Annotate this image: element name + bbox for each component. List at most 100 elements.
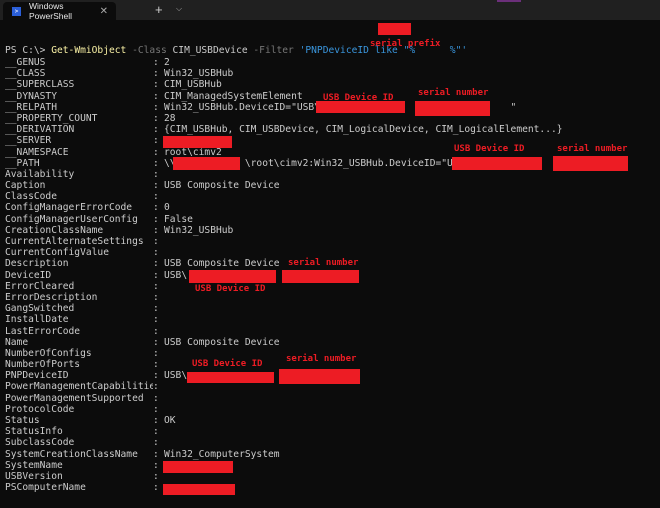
separator: :	[153, 236, 165, 247]
property-value: USB Composite Device	[164, 336, 280, 348]
redaction-serial-prefix	[378, 23, 411, 35]
separator: :	[153, 79, 165, 91]
property-key: PowerManagementSupported	[5, 392, 144, 404]
property-key: GangSwitched	[5, 303, 75, 315]
property-row: Status: OK	[5, 415, 660, 426]
property-value: OK	[164, 415, 176, 426]
tab-windows-powershell[interactable]: > Windows PowerShell ✕	[3, 1, 116, 21]
separator: :	[153, 146, 165, 158]
annotation-usb-device-id: USB Device ID	[195, 284, 266, 294]
annotation-usb-device-id: USB Device ID	[192, 359, 263, 369]
property-value: CIM_USBHub	[164, 79, 222, 91]
tab-title: Windows PowerShell	[29, 1, 72, 21]
property-row: Name: USB Composite Device	[5, 337, 660, 348]
property-value: Win32_USBHub	[164, 68, 234, 80]
property-row: StatusInfo:	[5, 426, 660, 437]
property-value: {CIM_USBHub, CIM_USBDevice, CIM_LogicalD…	[164, 124, 563, 136]
property-key: __GENUS	[5, 57, 46, 68]
powershell-icon: >	[12, 6, 21, 16]
filter-end: %"'	[449, 45, 468, 57]
separator: :	[153, 112, 165, 124]
annotation-serial-number: serial number	[286, 354, 357, 364]
annotation-serial-number: serial number	[418, 88, 489, 98]
annotation-serial-prefix: serial prefix	[370, 39, 441, 49]
prompt: PS C:\>	[5, 45, 52, 57]
property-key: __NAMESPACE	[5, 146, 69, 158]
separator: :	[153, 68, 165, 80]
separator: :	[153, 168, 165, 180]
param-filter: -Filter	[247, 45, 300, 57]
property-value: False	[164, 213, 193, 225]
property-row: CreationClassName: Win32_USBHub	[5, 225, 660, 236]
annotation-usb-device-id: USB Device ID	[454, 144, 525, 154]
annotation-usb-device-id: USB Device ID	[323, 93, 394, 103]
redaction-path-server	[173, 157, 240, 170]
property-key: __SUPERCLASS	[5, 79, 75, 91]
separator: :	[153, 157, 165, 169]
separator: :	[153, 426, 165, 438]
property-value: USB\	[164, 370, 188, 382]
property-key: PowerManagementCapabilities	[5, 381, 153, 393]
redaction-path-serial	[553, 156, 628, 171]
property-key: CreationClassName	[5, 224, 104, 236]
close-tab-icon[interactable]: ✕	[100, 6, 108, 17]
separator: :	[153, 403, 165, 415]
property-row: CurrentConfigValue:	[5, 247, 660, 258]
property-key: Name	[5, 336, 29, 348]
property-row: __CLASS: Win32_USBHub	[5, 68, 660, 79]
property-row: CurrentAlternateSettings:	[5, 236, 660, 247]
redaction-path-device-id	[452, 157, 542, 170]
separator: :	[153, 359, 165, 371]
redaction-pnp-device-id	[187, 372, 274, 383]
property-row: SystemCreationClassName: Win32_ComputerS…	[5, 449, 660, 460]
separator: :	[153, 381, 165, 393]
separator: :	[153, 415, 165, 426]
property-key: SystemCreationClassName	[5, 448, 138, 460]
separator: :	[153, 101, 165, 113]
property-row: ConfigManagerUserConfig: False	[5, 214, 660, 225]
property-row: PSComputerName:	[5, 482, 660, 493]
separator: :	[153, 180, 165, 192]
property-value: USB\	[164, 269, 188, 281]
property-key: ErrorDescription	[5, 291, 98, 303]
separator: :	[153, 124, 165, 136]
separator: :	[153, 303, 165, 315]
property-key: SubclassCode	[5, 437, 75, 449]
separator: :	[153, 291, 165, 303]
property-key: Description	[5, 258, 69, 270]
property-value: Win32_USBHub	[164, 224, 234, 236]
property-value: 0	[164, 202, 170, 214]
property-key: __DERIVATION	[5, 124, 75, 136]
property-row: LastErrorCode:	[5, 326, 660, 337]
new-tab-button[interactable]: +	[155, 2, 163, 17]
tab-bar: > Windows PowerShell ✕ + ⌵	[0, 0, 660, 21]
separator: :	[153, 224, 165, 236]
property-key: Caption	[5, 180, 46, 192]
separator: :	[153, 448, 165, 460]
property-key: __DYNASTY	[5, 90, 57, 102]
separator: :	[153, 280, 165, 292]
redaction-deviceid-device-id	[189, 270, 276, 283]
separator: :	[153, 370, 165, 382]
property-row: USBVersion:	[5, 471, 660, 482]
redaction-relpath-serial	[415, 101, 490, 116]
separator: :	[153, 269, 165, 281]
property-value: Win32_ComputerSystem	[164, 448, 280, 460]
redaction-system-name	[163, 461, 233, 473]
redaction-computer-name	[163, 484, 235, 495]
property-key: CurrentAlternateSettings	[5, 236, 144, 247]
property-key: InstallDate	[5, 314, 69, 326]
property-row: SubclassCode:	[5, 437, 660, 448]
property-key: PNPDeviceID	[5, 370, 69, 382]
property-value: 28	[164, 112, 176, 124]
separator: :	[153, 57, 165, 68]
separator: :	[153, 258, 165, 270]
property-key: PSComputerName	[5, 482, 86, 494]
chevron-down-icon[interactable]: ⌵	[176, 4, 182, 14]
redaction-pnp-serial	[279, 369, 360, 384]
property-key: __PATH	[5, 157, 40, 169]
separator: :	[153, 325, 165, 337]
property-key: LastErrorCode	[5, 325, 81, 337]
property-key: __CLASS	[5, 68, 46, 80]
property-row: ErrorDescription:	[5, 292, 660, 303]
